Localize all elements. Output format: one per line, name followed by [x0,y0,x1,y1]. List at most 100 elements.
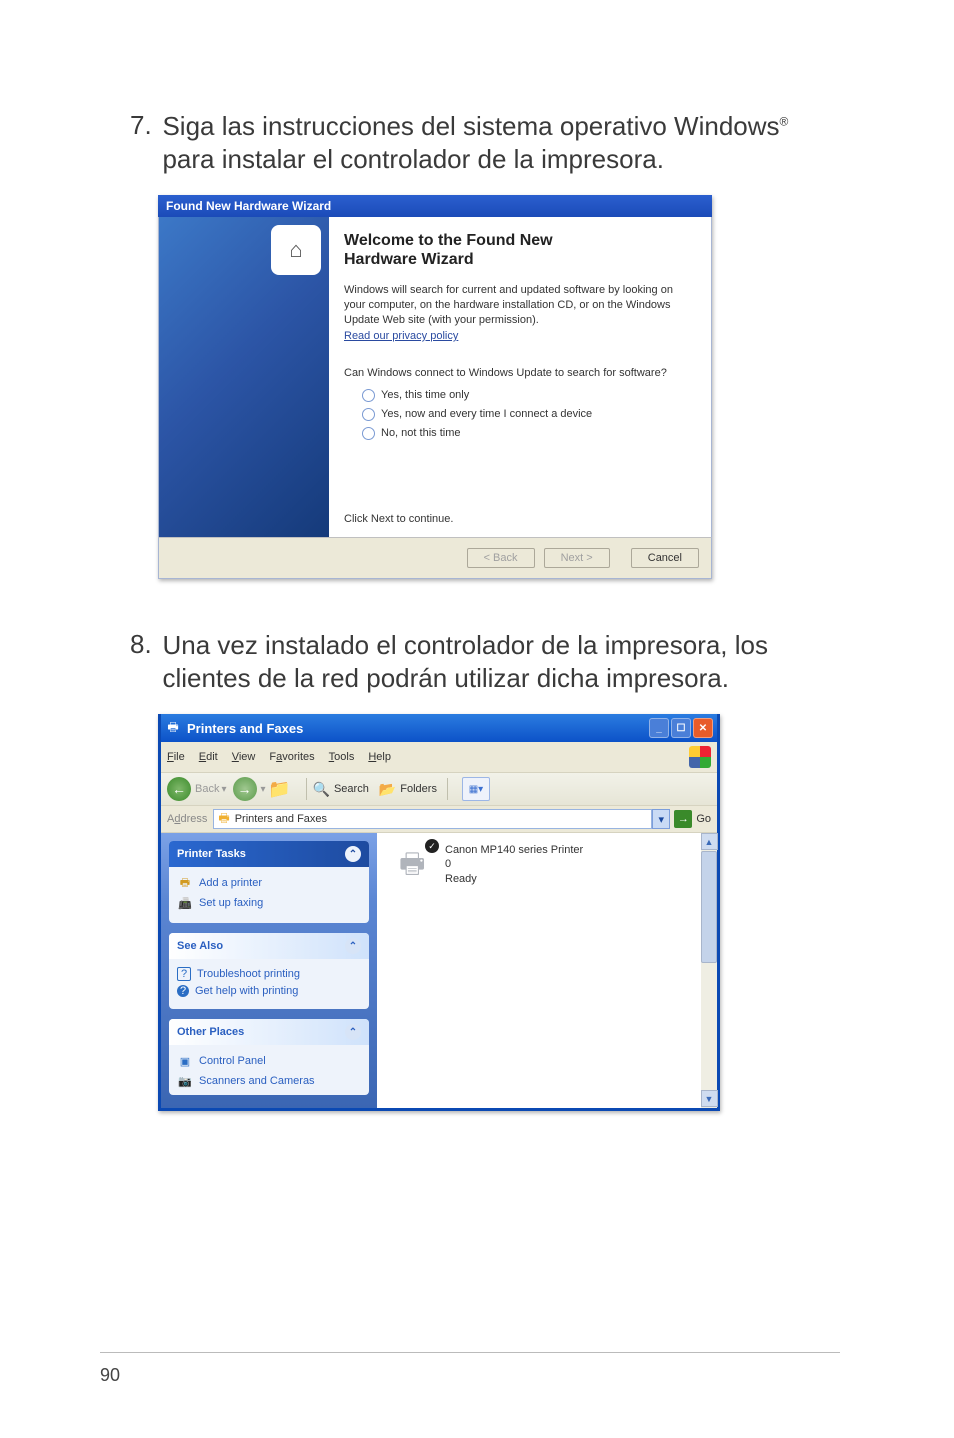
go-button[interactable]: → [674,810,692,828]
printer-name: Canon MP140 series Printer [445,843,583,857]
help-printing-link[interactable]: ?Get help with printing [177,983,361,999]
wizard-titlebar: Found New Hardware Wizard [158,195,712,217]
other-places-header[interactable]: Other Places ⌃ [169,1019,369,1045]
wizard-description: Windows will search for current and upda… [344,283,694,328]
address-path: Printers and Faxes [235,813,327,825]
toolbar: ← Back ▾ → ▾ 📁 🔍 Search 📂 Folders ▦▾ [161,773,717,806]
found-new-hardware-wizard: Found New Hardware Wizard ⌂ Welcome to t… [158,195,712,579]
explorer-titlebar[interactable]: 🖶 Printers and Faxes _ ☐ ✕ [161,714,717,742]
back-nav-button[interactable]: ← [167,777,191,801]
folders-icon: 📂 [379,781,396,798]
folders-button[interactable]: Folders [400,783,437,795]
back-button[interactable]: < Back [467,548,535,568]
radio-yes-once[interactable]: Yes, this time only [362,389,694,402]
click-next-text: Click Next to continue. [344,513,453,525]
menu-file[interactable]: File [167,751,185,763]
back-dropdown[interactable]: ▾ [221,784,226,795]
radio-icon [362,389,375,402]
menu-favorites[interactable]: Favorites [269,751,314,763]
forward-dropdown[interactable]: ▾ [261,784,266,795]
toolbar-separator [447,778,448,800]
tasks-pane: Printer Tasks ⌃ 🖶Add a printer 📠Set up f… [161,833,377,1108]
go-label: Go [696,813,711,825]
printer-add-icon: 🖶 [177,875,193,891]
page-number: 90 [100,1365,120,1385]
registered-symbol: ® [780,114,789,128]
forward-nav-button[interactable]: → [233,777,257,801]
printer-large-icon: 🖶 ✓ [399,843,437,881]
views-button[interactable]: ▦▾ [462,777,490,801]
printer-tasks-header[interactable]: Printer Tasks ⌃ [169,841,369,867]
question-icon: ? [177,967,191,981]
close-button[interactable]: ✕ [693,718,713,738]
back-label: Back [195,783,219,795]
privacy-link[interactable]: Read our privacy policy [344,330,458,342]
hardware-icon: ⌂ [271,225,321,275]
chevron-up-icon: ⌃ [345,938,361,954]
camera-icon: 📷 [177,1073,193,1089]
see-also-label: See Also [177,940,223,952]
scroll-up-icon[interactable]: ▲ [701,833,718,850]
step8-number: 8. [130,629,158,660]
address-icon: 🖶 [218,809,229,830]
setup-faxing-link[interactable]: 📠Set up faxing [177,893,361,913]
toolbar-separator [306,778,307,800]
check-badge-icon: ✓ [425,839,439,853]
menu-edit[interactable]: Edit [199,751,218,763]
search-icon: 🔍 [313,781,330,798]
address-dropdown[interactable]: ▾ [652,809,670,829]
windows-logo-icon [689,746,711,768]
minimize-button[interactable]: _ [649,718,669,738]
scanners-cameras-link[interactable]: 📷Scanners and Cameras [177,1071,361,1091]
radio-yes-always[interactable]: Yes, now and every time I connect a devi… [362,408,694,421]
address-bar: Address 🖶 Printers and Faxes ▾ → Go [161,806,717,833]
wizard-question: Can Windows connect to Windows Update to… [344,366,694,381]
content-pane: ▲ ▼ 🖶 ✓ Canon MP140 series Printer 0 Rea… [377,833,717,1108]
wizard-heading-line1: Welcome to the Found New [344,232,553,249]
see-also-header[interactable]: See Also ⌃ [169,933,369,959]
scroll-thumb[interactable] [701,851,717,963]
help-icon: ? [177,985,189,997]
control-panel-link[interactable]: ▣Control Panel [177,1051,361,1071]
troubleshoot-link[interactable]: ?Troubleshoot printing [177,965,361,983]
wizard-left-graphic: ⌂ [159,217,329,537]
step7-text-b: para instalar el controlador de la impre… [162,144,663,174]
menu-bar: File Edit View Favorites Tools Help [161,742,717,773]
wizard-heading-line2: Hardware Wizard [344,251,474,268]
maximize-button[interactable]: ☐ [671,718,691,738]
address-field[interactable]: 🖶 Printers and Faxes [213,809,652,829]
up-button[interactable]: 📁 [268,777,292,801]
printer-status: Ready [445,872,583,886]
scrollbar[interactable]: ▲ ▼ [701,833,717,1108]
fax-icon: 📠 [177,895,193,911]
menu-help[interactable]: Help [368,751,391,763]
step8-text: Una vez instalado el controlador de la i… [162,629,842,694]
control-panel-icon: ▣ [177,1053,193,1069]
radio-icon [362,408,375,421]
chevron-up-icon: ⌃ [345,846,361,862]
radio-no-label: No, not this time [381,427,460,439]
page-footer: 90 [100,1352,840,1386]
radio-yes-always-label: Yes, now and every time I connect a devi… [381,408,592,420]
step7-text: Siga las instrucciones del sistema opera… [162,110,842,175]
add-printer-link[interactable]: 🖶Add a printer [177,873,361,893]
explorer-title: Printers and Faxes [187,721,303,736]
cancel-button[interactable]: Cancel [631,548,699,568]
wizard-heading: Welcome to the Found New Hardware Wizard [344,231,694,269]
next-button[interactable]: Next > [544,548,610,568]
step7-number: 7. [130,110,158,141]
search-button[interactable]: Search [334,783,369,795]
menu-view[interactable]: View [232,751,256,763]
printer-item[interactable]: 🖶 ✓ Canon MP140 series Printer 0 Ready [399,843,583,886]
chevron-up-icon: ⌃ [345,1024,361,1040]
address-label: Address [167,813,207,825]
radio-no[interactable]: No, not this time [362,427,694,440]
printers-faxes-window: 🖶 Printers and Faxes _ ☐ ✕ File Edit Vie… [158,714,720,1111]
radio-icon [362,427,375,440]
step7-text-a: Siga las instrucciones del sistema opera… [162,111,779,141]
menu-tools[interactable]: Tools [329,751,355,763]
printer-tasks-label: Printer Tasks [177,848,246,860]
other-places-label: Other Places [177,1026,244,1038]
printer-icon-small: 🖶 [165,720,181,736]
scroll-down-icon[interactable]: ▼ [701,1090,718,1107]
